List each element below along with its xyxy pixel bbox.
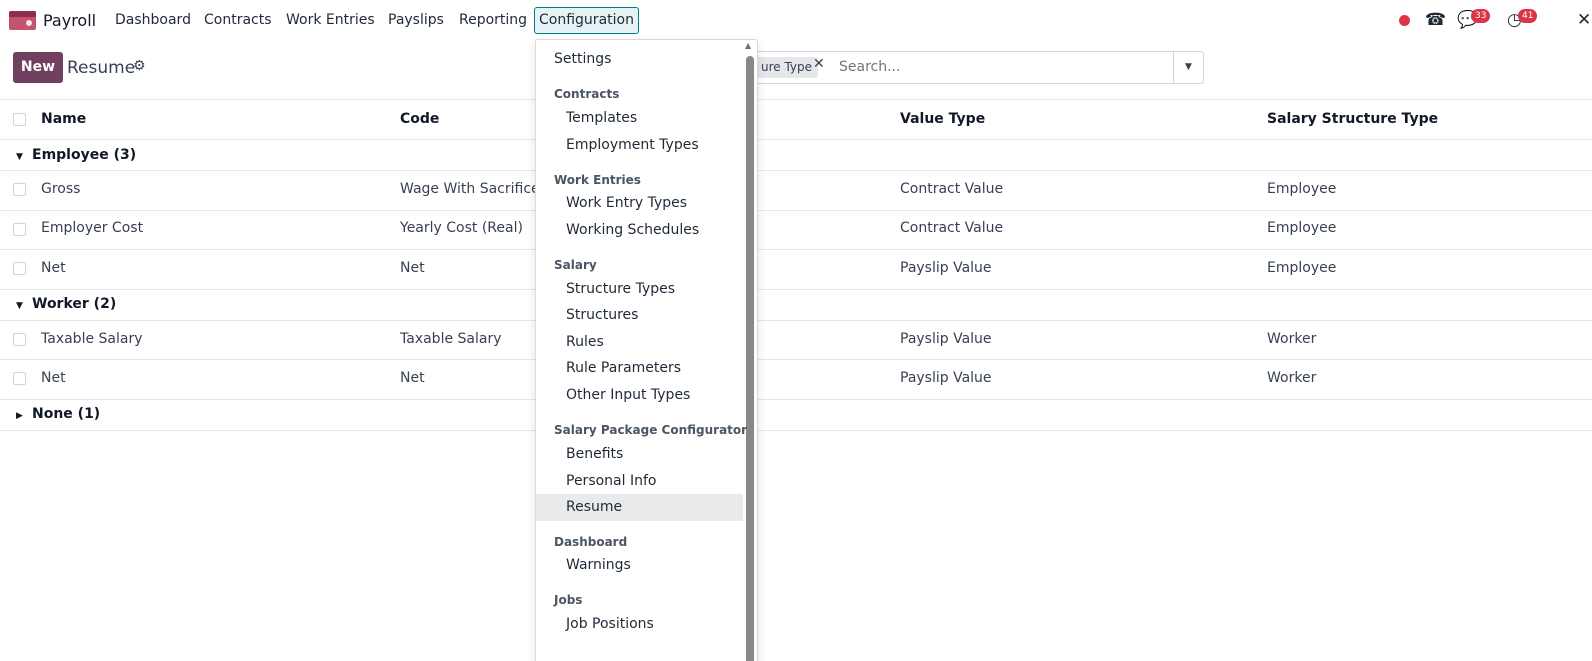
menu-reporting[interactable]: Reporting	[459, 12, 527, 28]
group-row[interactable]: ▶ None (1)	[16, 406, 100, 422]
cell-value-type[interactable]: Contract Value	[900, 181, 1003, 197]
section-jobs: Jobs	[554, 593, 583, 607]
menu-item-personal-info[interactable]: Personal Info	[566, 473, 656, 489]
menu-item-settings[interactable]: Settings	[554, 51, 611, 67]
gear-icon[interactable]: ⚙	[133, 58, 146, 74]
section-contracts: Contracts	[554, 87, 620, 101]
column-value-type[interactable]: Value Type	[900, 111, 985, 127]
section-work-entries: Work Entries	[554, 173, 641, 187]
chat-badge: 33	[1471, 9, 1491, 23]
menu-item-structure-types[interactable]: Structure Types	[566, 281, 675, 297]
menu-work-entries[interactable]: Work Entries	[286, 12, 375, 28]
row-checkbox[interactable]	[13, 333, 26, 346]
row-checkbox[interactable]	[13, 183, 26, 196]
cell-code[interactable]: Yearly Cost (Real)	[400, 220, 523, 236]
cell-value-type[interactable]: Payslip Value	[900, 260, 992, 276]
menu-configuration[interactable]: Configuration	[534, 7, 639, 34]
caret-down-icon: ▼	[16, 301, 23, 311]
cell-structure-type[interactable]: Worker	[1267, 370, 1316, 386]
cell-value-type[interactable]: Payslip Value	[900, 370, 992, 386]
cell-code[interactable]: Net	[400, 370, 425, 386]
menu-item-templates[interactable]: Templates	[566, 110, 637, 126]
group-by-facet: ure Type	[755, 57, 819, 78]
caret-right-icon: ▶	[16, 411, 23, 421]
row-checkbox[interactable]	[13, 223, 26, 236]
group-row[interactable]: ▼ Worker (2)	[16, 296, 116, 312]
menu-item-rules[interactable]: Rules	[566, 334, 604, 350]
group-row[interactable]: ▼ Employee (3)	[16, 147, 136, 163]
cell-value-type[interactable]: Payslip Value	[900, 331, 992, 347]
caret-down-icon: ▼	[16, 152, 23, 162]
select-all-checkbox[interactable]	[13, 113, 26, 126]
dropdown-scrollbar[interactable]	[746, 56, 754, 661]
cell-name[interactable]: Net	[41, 370, 66, 386]
menu-item-job-positions[interactable]: Job Positions	[566, 616, 654, 632]
search-bar: ure Type ✕ ▼	[740, 51, 1204, 84]
activity-badge: 41	[1518, 9, 1538, 23]
cell-structure-type[interactable]: Worker	[1267, 331, 1316, 347]
cell-name[interactable]: Employer Cost	[41, 220, 143, 236]
cell-structure-type[interactable]: Employee	[1267, 260, 1336, 276]
cell-name[interactable]: Taxable Salary	[41, 331, 143, 347]
menu-item-structures[interactable]: Structures	[566, 307, 638, 323]
tools-icon[interactable]: ✕	[1577, 9, 1591, 31]
cell-structure-type[interactable]: Employee	[1267, 181, 1336, 197]
new-button[interactable]: New	[13, 52, 63, 83]
menu-item-working-schedules[interactable]: Working Schedules	[566, 222, 699, 238]
app-name[interactable]: Payroll	[43, 11, 96, 30]
row-checkbox[interactable]	[13, 262, 26, 275]
search-options-toggle[interactable]: ▼	[1173, 52, 1203, 83]
scroll-up-icon[interactable]: ▲	[745, 41, 751, 50]
section-salary: Salary	[554, 258, 597, 272]
column-salary-structure-type[interactable]: Salary Structure Type	[1267, 111, 1438, 127]
menu-item-resume[interactable]: Resume	[566, 499, 622, 515]
cell-value-type[interactable]: Contract Value	[900, 220, 1003, 236]
menu-dashboard[interactable]: Dashboard	[115, 12, 191, 28]
payroll-app-icon[interactable]	[9, 11, 36, 30]
remove-facet-icon[interactable]: ✕	[813, 56, 825, 72]
cell-code[interactable]: Net	[400, 260, 425, 276]
cell-code[interactable]: Taxable Salary	[400, 331, 502, 347]
menu-item-benefits[interactable]: Benefits	[566, 446, 623, 462]
column-code[interactable]: Code	[400, 111, 439, 127]
row-checkbox[interactable]	[13, 372, 26, 385]
phone-icon[interactable]: ☎	[1425, 9, 1446, 31]
recording-status-icon[interactable]	[1399, 15, 1410, 26]
top-navbar: Payroll Dashboard Contracts Work Entries…	[0, 0, 1592, 42]
cell-structure-type[interactable]: Employee	[1267, 220, 1336, 236]
menu-contracts[interactable]: Contracts	[204, 12, 272, 28]
breadcrumb: Resume	[67, 58, 136, 78]
section-dashboard: Dashboard	[554, 535, 628, 549]
menu-item-rule-parameters[interactable]: Rule Parameters	[566, 360, 681, 376]
cell-code[interactable]: Wage With Sacrifices	[400, 181, 547, 197]
menu-payslips[interactable]: Payslips	[388, 12, 444, 28]
menu-item-other-input-types[interactable]: Other Input Types	[566, 387, 690, 403]
menu-item-warnings[interactable]: Warnings	[566, 557, 631, 573]
cell-name[interactable]: Net	[41, 260, 66, 276]
search-input[interactable]	[839, 59, 1169, 75]
column-name[interactable]: Name	[41, 111, 86, 127]
menu-item-employment-types[interactable]: Employment Types	[566, 137, 699, 153]
cell-name[interactable]: Gross	[41, 181, 80, 197]
section-salary-package-configurator: Salary Package Configurator	[554, 423, 748, 437]
menu-item-work-entry-types[interactable]: Work Entry Types	[566, 195, 687, 211]
configuration-dropdown: ▲ Settings Contracts Templates Employmen…	[535, 39, 758, 661]
